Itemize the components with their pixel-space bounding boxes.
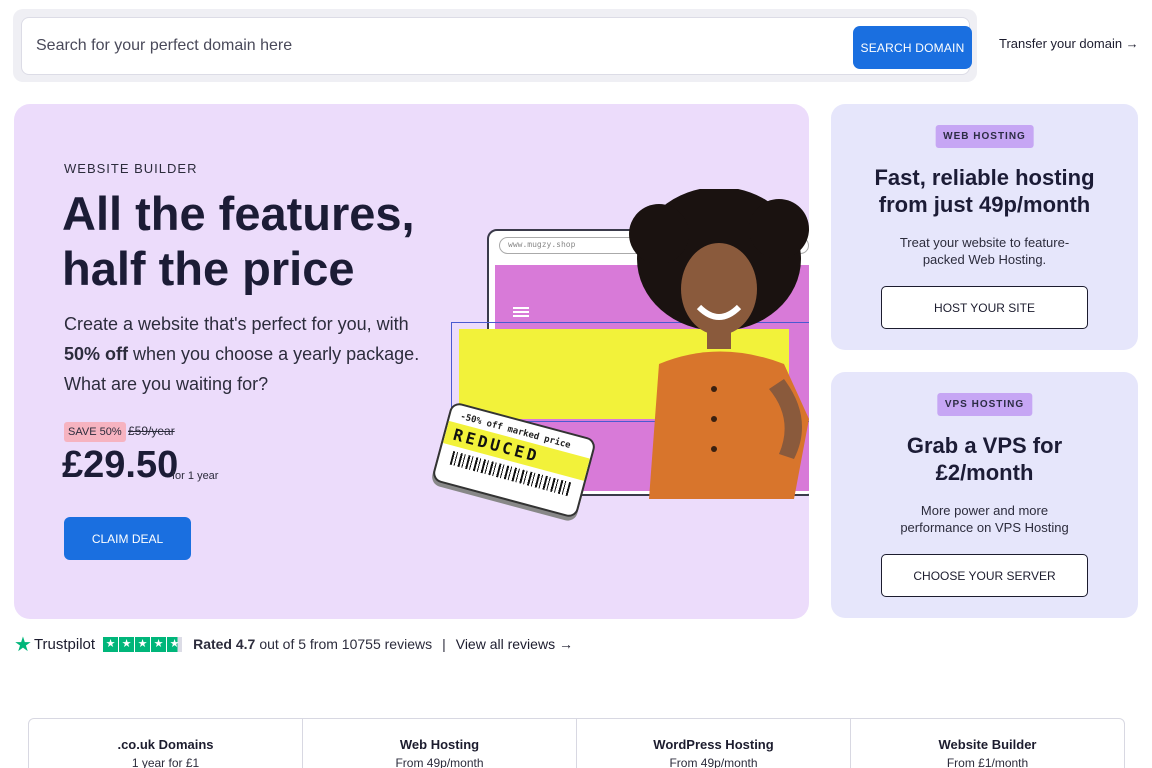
separator: | bbox=[442, 636, 446, 652]
product-tab-website-builder[interactable]: Website Builder From £1/month bbox=[851, 719, 1124, 768]
product-tab-title: Web Hosting bbox=[399, 737, 480, 752]
smiling-woman-photo bbox=[629, 189, 809, 499]
product-tab-domains[interactable]: .co.uk Domains 1 year for £1 bbox=[29, 719, 303, 768]
hero-eyebrow: WEBSITE BUILDER bbox=[64, 161, 198, 176]
vps-hosting-title: Grab a VPS for £2/month bbox=[906, 433, 1063, 485]
choose-your-server-button[interactable]: CHOOSE YOUR SERVER bbox=[881, 554, 1088, 597]
web-hosting-title: Fast, reliable hosting from just 49p/mon… bbox=[874, 165, 1095, 217]
product-tab-web-hosting[interactable]: Web Hosting From 49p/month bbox=[303, 719, 577, 768]
hero-illustration: www.mugzy.shop -50% off marked price RED… bbox=[419, 189, 809, 549]
star-icon: ★ bbox=[119, 636, 135, 652]
vps-hosting-description: More power and more performance on VPS H… bbox=[900, 503, 1069, 535]
domain-search-input[interactable] bbox=[36, 18, 826, 74]
hero-description: Create a website that's perfect for you,… bbox=[64, 309, 424, 399]
product-tab-title: .co.uk Domains bbox=[117, 737, 214, 752]
hero-desc-start: Create a website that's perfect for you,… bbox=[64, 314, 409, 334]
product-tab-price: From £1/month bbox=[946, 756, 1029, 768]
product-tab-price: 1 year for £1 bbox=[131, 756, 200, 768]
product-tab-price: From 49p/month bbox=[669, 756, 758, 768]
vps-hosting-tag: VPS HOSTING bbox=[936, 393, 1033, 416]
domain-search-bar: SEARCH DOMAIN bbox=[13, 9, 977, 82]
product-tab-price: From 49p/month bbox=[395, 756, 484, 768]
view-all-reviews-link[interactable]: View all reviews → bbox=[456, 636, 573, 652]
half-star-icon: ★ bbox=[167, 636, 183, 652]
host-your-site-button[interactable]: HOST YOUR SITE bbox=[881, 286, 1088, 329]
trustpilot-star-icon: ★ bbox=[14, 633, 32, 656]
product-tabs: .co.uk Domains 1 year for £1 Web Hosting… bbox=[28, 718, 1125, 768]
trustpilot-brand: Trustpilot bbox=[33, 635, 96, 653]
search-domain-button[interactable]: SEARCH DOMAIN bbox=[853, 26, 972, 69]
web-hosting-tag: WEB HOSTING bbox=[935, 125, 1034, 148]
product-tab-wordpress-hosting[interactable]: WordPress Hosting From 49p/month bbox=[577, 719, 851, 768]
search-box: SEARCH DOMAIN bbox=[21, 17, 972, 75]
hero-desc-highlight: 50% off bbox=[64, 344, 129, 364]
product-tab-title: Website Builder bbox=[938, 737, 1037, 752]
star-icon: ★ bbox=[135, 636, 151, 652]
save-badge: SAVE 50% bbox=[64, 422, 126, 442]
trustpilot-stars: ★ ★ ★ ★ ★ bbox=[103, 636, 183, 652]
website-builder-hero: WEBSITE BUILDER All the features, half t… bbox=[14, 104, 809, 619]
product-tab-title: WordPress Hosting bbox=[653, 737, 774, 752]
claim-deal-button[interactable]: CLAIM DEAL bbox=[64, 517, 191, 560]
rating-value: Rated 4.7 bbox=[193, 636, 256, 652]
transfer-domain-link[interactable]: Transfer your domain → bbox=[999, 36, 1139, 51]
web-hosting-description: Treat your website to feature-packed Web… bbox=[899, 235, 1070, 267]
rating-summary: out of 5 from 10755 reviews bbox=[259, 636, 433, 652]
old-price: £59/year bbox=[128, 424, 175, 438]
star-icon: ★ bbox=[103, 636, 119, 652]
deal-price: £29.50 bbox=[62, 444, 179, 486]
web-hosting-card: WEB HOSTING Fast, reliable hosting from … bbox=[831, 104, 1138, 350]
star-icon: ★ bbox=[151, 636, 167, 652]
hamburger-menu-icon bbox=[513, 307, 529, 317]
trustpilot-rating-row: ★ Trustpilot ★ ★ ★ ★ ★ Rated 4.7 out of … bbox=[14, 632, 573, 656]
hero-title: All the features, half the price bbox=[62, 187, 415, 295]
vps-hosting-card: VPS HOSTING Grab a VPS for £2/month More… bbox=[831, 372, 1138, 618]
price-term: for 1 year bbox=[172, 470, 219, 482]
